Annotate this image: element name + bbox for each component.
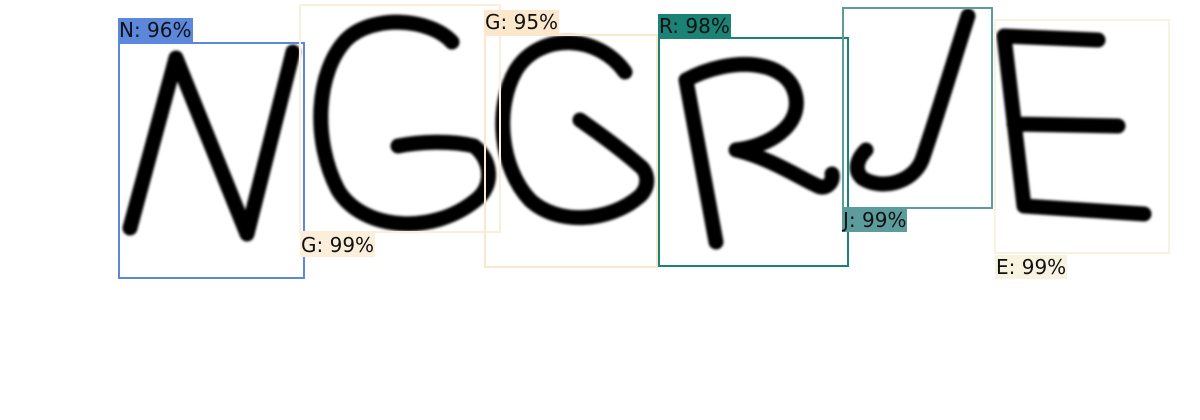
detection-label: R: 98%	[658, 14, 731, 38]
detection-box	[299, 4, 501, 233]
detection-box	[842, 7, 993, 209]
detection-label: N: 96%	[118, 18, 193, 42]
detection-label: G: 95%	[484, 10, 560, 34]
detection-label: J: 99%	[842, 208, 908, 232]
detection-box	[484, 34, 658, 268]
detection-box	[118, 42, 305, 279]
detection-box	[658, 37, 849, 267]
detection-label: E: 99%	[995, 255, 1068, 279]
detection-box	[994, 19, 1170, 254]
detection-label: G: 99%	[300, 233, 376, 257]
